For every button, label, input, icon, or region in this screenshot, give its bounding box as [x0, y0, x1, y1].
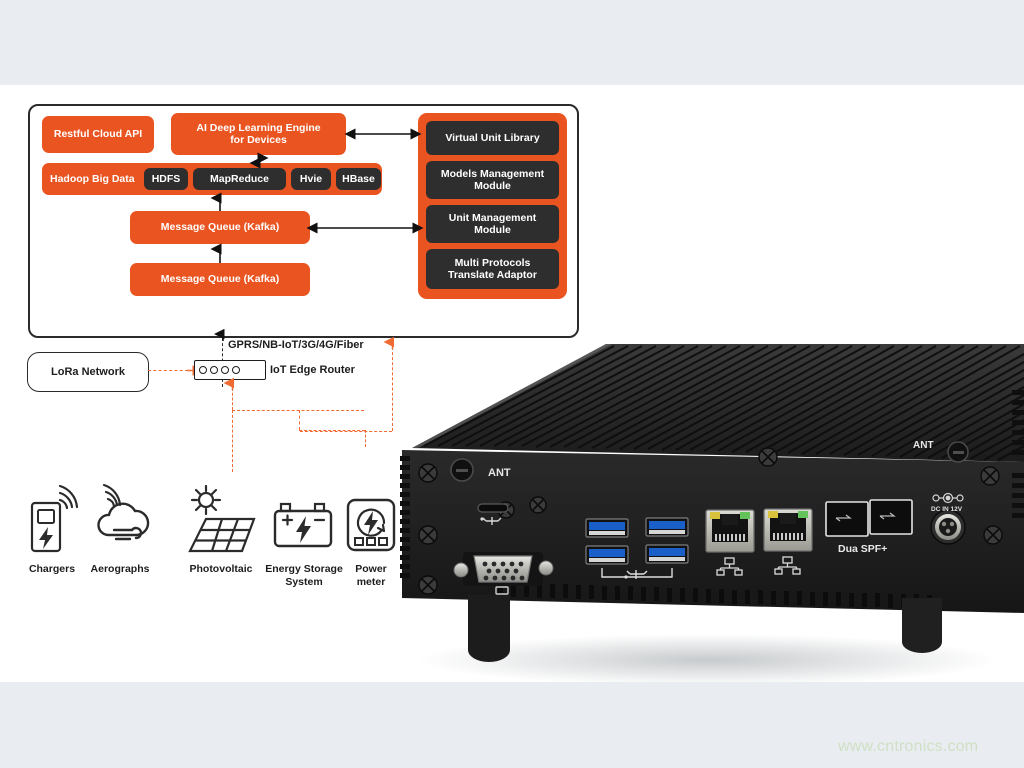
- router-led-2: [210, 366, 218, 374]
- energy-storage-line-2: System: [285, 575, 323, 588]
- arrow-queue-lower-to-upper: [210, 243, 222, 263]
- device-label-chargers: Chargers: [28, 563, 76, 575]
- battery-icon: [271, 497, 339, 555]
- lora-to-router-connector: [148, 370, 188, 371]
- svg-text:Dua SPF+: Dua SPF+: [838, 543, 887, 555]
- lora-network-box[interactable]: LoRa Network: [27, 352, 149, 392]
- device-bus-horizontal: [232, 410, 364, 411]
- unit-management-line-2: Module: [474, 224, 511, 236]
- svg-text:ANT: ANT: [913, 440, 934, 451]
- message-queue-kafka-lower-box[interactable]: Message Queue (Kafka): [130, 263, 310, 296]
- arrow-devices-to-router: [223, 377, 234, 390]
- ev-charger-icon: [24, 483, 80, 555]
- hadoop-big-data-label: Hadoop Big Data: [50, 172, 135, 185]
- restful-cloud-api-box[interactable]: Restful Cloud API: [42, 116, 154, 153]
- diagram-stage: Restful Cloud API AI Deep Learning Engin…: [0, 85, 1024, 682]
- arrow-ai-to-modules: [344, 128, 422, 140]
- antenna-hole-side: [947, 441, 969, 463]
- unit-management-line-1: Unit Management: [448, 211, 537, 224]
- router-led-1: [199, 366, 207, 374]
- arrow-queue-to-modules: [306, 222, 424, 234]
- uplink-label: GPRS/NB-IoT/3G/4G/Fiber: [228, 339, 364, 351]
- models-management-module-box[interactable]: Models Management Module: [426, 161, 559, 199]
- multi-protocols-line-1: Multi Protocols: [454, 256, 531, 269]
- unit-management-module-box[interactable]: Unit Management Module: [426, 205, 559, 243]
- device-management-group: Virtual Unit Library Models Management M…: [418, 113, 567, 299]
- photovoltaic-drop-line: [232, 410, 233, 472]
- iot-edge-computer-photo: ANT ANT Dua SPF+ DC IN 12V: [378, 330, 1024, 682]
- site-watermark: www.cntronics.com: [838, 738, 979, 755]
- hbase-box[interactable]: HBase: [336, 168, 381, 190]
- svg-text:ANT: ANT: [488, 467, 511, 479]
- weather-cloud-icon: [92, 483, 154, 555]
- mapreduce-box[interactable]: MapReduce: [193, 168, 286, 190]
- arrow-ai-to-hadoop: [249, 152, 269, 169]
- antenna-hole-front: [450, 458, 474, 482]
- ai-engine-line-2: for Devices: [230, 134, 287, 146]
- device-bus-riser: [232, 388, 233, 410]
- router-led-3: [221, 366, 229, 374]
- energy-storage-line-1: Energy Storage: [265, 563, 343, 575]
- svg-text:DC IN 12V: DC IN 12V: [931, 506, 963, 513]
- device-label-aerographs: Aerographs: [90, 563, 150, 575]
- message-queue-kafka-upper-box[interactable]: Message Queue (Kafka): [130, 211, 310, 244]
- ai-deep-learning-engine-box[interactable]: AI Deep Learning Engine for Devices: [171, 113, 346, 155]
- multi-protocols-translate-adaptor-box[interactable]: Multi Protocols Translate Adaptor: [426, 249, 559, 289]
- device-label-photovoltaic: Photovoltaic: [189, 563, 253, 575]
- top-background-band: [0, 0, 1024, 85]
- battery-drop-stub: [299, 410, 300, 430]
- iot-edge-router-device[interactable]: [194, 360, 266, 380]
- hdfs-box[interactable]: HDFS: [144, 168, 188, 190]
- iot-edge-router-label: IoT Edge Router: [270, 364, 355, 376]
- battery-drop-line: [365, 430, 366, 447]
- ai-engine-line-1: AI Deep Learning Engine: [196, 121, 321, 134]
- router-led-4: [232, 366, 240, 374]
- lora-network-label: LoRa Network: [51, 366, 125, 378]
- device-label-energy-storage: Energy Storage System: [256, 563, 352, 588]
- arrow-queue-up-to-hadoop: [210, 192, 222, 211]
- virtual-unit-library-box[interactable]: Virtual Unit Library: [426, 121, 559, 155]
- iot-cloud-platform-panel: Restful Cloud API AI Deep Learning Engin…: [28, 104, 579, 338]
- solar-panel-icon: [184, 483, 262, 555]
- models-management-line-2: Module: [474, 180, 511, 192]
- hvie-box[interactable]: Hvie: [291, 168, 331, 190]
- models-management-line-1: Models Management: [440, 167, 545, 180]
- virtual-unit-library-label: Virtual Unit Library: [445, 131, 540, 144]
- multi-protocols-line-2: Translate Adaptor: [448, 269, 537, 281]
